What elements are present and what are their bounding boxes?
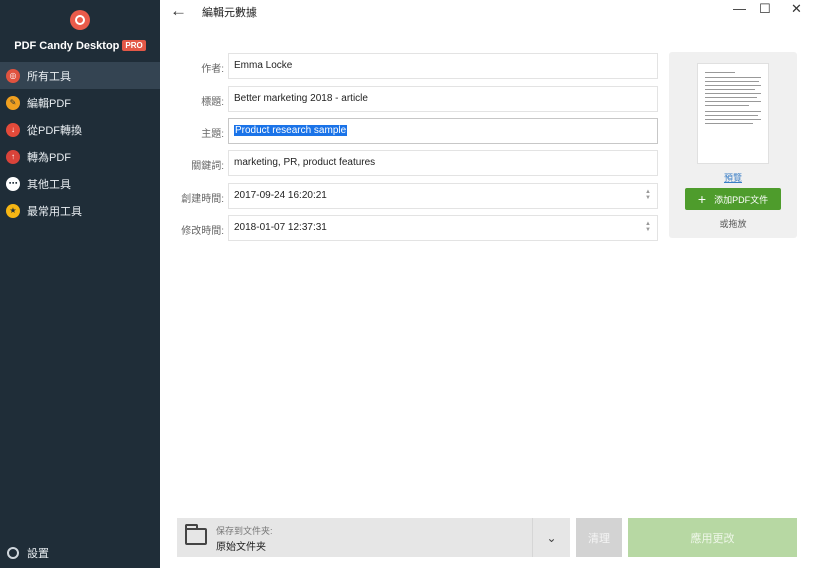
pdf-candy-logo-icon — [70, 10, 90, 30]
sidebar: PDF Candy Desktop PRO ◎ 所有工具 ✎ 編輯PDF ↓ 從P… — [0, 0, 160, 568]
apply-changes-button[interactable]: 應用更改 — [628, 518, 797, 557]
subject-label: 主題: — [201, 129, 224, 140]
pencil-icon: ✎ — [6, 95, 20, 110]
save-folder-box[interactable]: 保存到文件夹: 原始文件夹 — [177, 518, 533, 557]
created-label: 創建時間: — [181, 194, 224, 205]
add-pdf-label: 添加PDF文件 — [714, 194, 769, 205]
sidebar-item-label: 編輯PDF — [27, 97, 71, 110]
sidebar-item-edit-pdf[interactable]: ✎ 編輯PDF — [0, 89, 160, 116]
sidebar-item-all-tools[interactable]: ◎ 所有工具 — [0, 62, 160, 89]
subject-field[interactable]: Product research sample — [228, 118, 658, 144]
arrow-up-icon: ↑ — [6, 149, 20, 164]
keywords-label: 關鍵詞: — [191, 161, 224, 172]
modified-label: 修改時間: — [181, 226, 224, 237]
sidebar-item-convert-from-pdf[interactable]: ↓ 從PDF轉換 — [0, 116, 160, 143]
sidebar-item-convert-to-pdf[interactable]: ↑ 轉為PDF — [0, 143, 160, 170]
clear-button[interactable]: 清理 — [576, 518, 622, 557]
subject-row: 主題: Product research sample — [170, 118, 660, 144]
modified-datetime-field[interactable]: 2018-01-07 12:37:31 ▲ ▼ — [228, 215, 658, 241]
brand-name: PDF Candy Desktop PRO — [0, 40, 160, 52]
target-icon: ◎ — [6, 68, 20, 83]
save-folder-value: 原始文件夹 — [216, 542, 266, 553]
preview-link[interactable]: 預覽 — [669, 171, 797, 184]
sidebar-item-label: 轉為PDF — [27, 151, 71, 164]
created-spinner-icon[interactable]: ▲ ▼ — [645, 189, 651, 201]
preview-panel: 預覽 + 添加PDF文件 或拖放 — [669, 52, 797, 238]
sidebar-item-label: 其他工具 — [27, 178, 71, 191]
back-button[interactable]: ← — [170, 1, 187, 21]
title-row: 標題: Better marketing 2018 - article — [170, 86, 660, 112]
author-field[interactable]: Emma Locke — [228, 53, 658, 79]
more-icon: ⋯ — [6, 176, 20, 191]
modified-row: 修改時間: 2018-01-07 12:37:31 ▲ ▼ — [170, 215, 660, 241]
created-datetime-field[interactable]: 2017-09-24 16:20:21 ▲ ▼ — [228, 183, 658, 209]
sidebar-item-other-tools[interactable]: ⋯ 其他工具 — [0, 170, 160, 197]
page-title: 編輯元數據 — [202, 7, 257, 19]
folder-icon — [185, 524, 207, 545]
sidebar-item-favorite-tools[interactable]: ★ 最常用工具 — [0, 197, 160, 224]
document-thumbnail[interactable] — [697, 63, 769, 164]
author-label: 作者: — [201, 64, 224, 75]
sidebar-item-label: 最常用工具 — [27, 205, 82, 218]
keywords-field[interactable]: marketing, PR, product features — [228, 150, 658, 176]
settings-label: 設置 — [27, 548, 49, 560]
created-value: 2017-09-24 16:20:21 — [234, 190, 327, 201]
plus-icon: + — [697, 191, 707, 207]
save-folder-label: 保存到文件夹: — [216, 526, 273, 536]
drag-drop-label: 或拖放 — [719, 219, 747, 229]
settings-button[interactable]: 設置 — [7, 545, 49, 561]
maximize-button[interactable]: ☐ — [759, 1, 771, 17]
add-pdf-button[interactable]: + 添加PDF文件 — [685, 188, 781, 210]
star-icon: ★ — [6, 203, 20, 218]
title-field[interactable]: Better marketing 2018 - article — [228, 86, 658, 112]
arrow-down-icon: ↓ — [6, 122, 20, 137]
subject-selected-text: Product research sample — [234, 125, 348, 136]
save-folder-dropdown[interactable]: ⌄ — [533, 518, 570, 557]
modified-spinner-icon[interactable]: ▲ ▼ — [645, 221, 651, 233]
sidebar-item-label: 從PDF轉換 — [27, 124, 82, 137]
modified-value: 2018-01-07 12:37:31 — [234, 222, 327, 233]
keywords-row: 關鍵詞: marketing, PR, product features — [170, 150, 660, 176]
pro-badge: PRO — [122, 40, 146, 51]
sidebar-item-label: 所有工具 — [27, 70, 71, 83]
minimize-button[interactable]: — — [733, 1, 746, 16]
chevron-down-icon: ⌄ — [546, 530, 557, 545]
close-button[interactable]: ✕ — [791, 1, 802, 17]
title-label: 標題: — [201, 97, 224, 108]
author-row: 作者: Emma Locke — [170, 53, 660, 79]
gear-icon — [7, 547, 19, 559]
sidebar-nav: ◎ 所有工具 ✎ 編輯PDF ↓ 從PDF轉換 ↑ 轉為PDF ⋯ 其他工具 ★… — [0, 62, 160, 224]
created-row: 創建時間: 2017-09-24 16:20:21 ▲ ▼ — [170, 183, 660, 209]
